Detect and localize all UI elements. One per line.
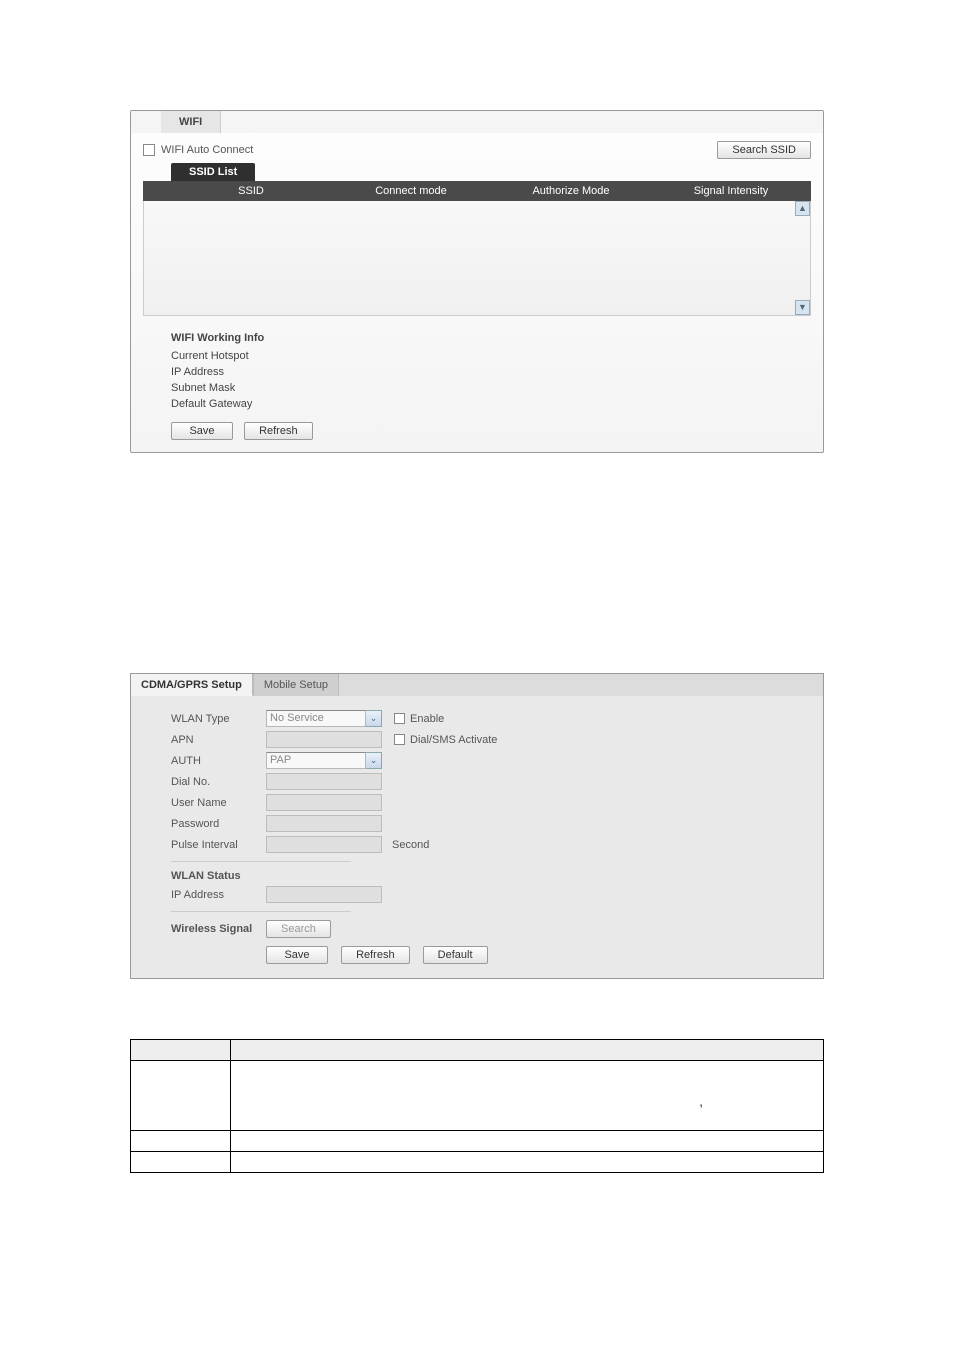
auth-dropdown-icon[interactable]: ⌄ — [366, 752, 382, 769]
tab-cdma-gprs[interactable]: CDMA/GPRS Setup — [131, 674, 253, 696]
col-ssid: SSID — [171, 181, 331, 201]
wlan-type-select[interactable]: No Service — [266, 710, 366, 727]
ptable-r3c1 — [131, 1152, 231, 1173]
cdma-refresh-button[interactable]: Refresh — [341, 946, 410, 964]
wifi-button-row: Save Refresh — [131, 422, 823, 452]
password-input[interactable] — [266, 815, 382, 832]
wifi-auto-connect-checkbox[interactable] — [143, 144, 155, 156]
ptable-header-2 — [231, 1040, 824, 1061]
pulse-interval-input[interactable] — [266, 836, 382, 853]
scroll-down-button[interactable]: ▼ — [795, 300, 810, 315]
ssid-table-header: SSID Connect mode Authorize Mode Signal … — [143, 181, 811, 201]
second-label: Second — [392, 839, 429, 851]
tab-bar: CDMA/GPRS Setup Mobile Setup — [131, 674, 823, 696]
wifi-auto-connect-label: WIFI Auto Connect — [161, 144, 253, 156]
enable-checkbox[interactable] — [394, 713, 405, 724]
cdma-save-button[interactable]: Save — [266, 946, 328, 964]
col-authorize-mode: Authorize Mode — [491, 181, 651, 201]
ptable-header-1 — [131, 1040, 231, 1061]
auth-label: AUTH — [171, 755, 266, 767]
pulse-interval-label: Pulse Interval — [171, 839, 266, 851]
wifi-panel: WIFI WIFI Auto Connect Search SSID SSID … — [130, 110, 824, 453]
ptable-r2c1 — [131, 1131, 231, 1152]
user-name-input[interactable] — [266, 794, 382, 811]
wlan-type-dropdown-icon[interactable]: ⌄ — [366, 710, 382, 727]
col-connect-mode: Connect mode — [331, 181, 491, 201]
separator — [171, 861, 351, 862]
wlan-type-label: WLAN Type — [171, 713, 266, 725]
wifi-title: WIFI — [161, 111, 221, 133]
current-hotspot-label: Current Hotspot — [171, 348, 811, 364]
parameter-table: , — [130, 1039, 824, 1173]
ip-address-label-3g: IP Address — [171, 889, 266, 901]
dial-sms-checkbox[interactable] — [394, 734, 405, 745]
wlan-status-label: WLAN Status — [171, 870, 266, 882]
dial-sms-label: Dial/SMS Activate — [410, 734, 497, 746]
ip-address-label: IP Address — [171, 364, 811, 380]
col-signal-intensity: Signal Intensity — [651, 181, 811, 201]
wifi-title-bar: WIFI — [131, 111, 823, 133]
auth-select[interactable]: PAP — [266, 752, 366, 769]
wifi-save-button[interactable]: Save — [171, 422, 233, 440]
cdma-default-button[interactable]: Default — [423, 946, 488, 964]
ptable-r1c1 — [131, 1061, 231, 1131]
search-ssid-button[interactable]: Search SSID — [717, 141, 811, 159]
tab-mobile-setup[interactable]: Mobile Setup — [253, 674, 339, 696]
ssid-table-body: ▲ ▼ — [143, 201, 811, 316]
wifi-working-info: WIFI Working Info Current Hotspot IP Add… — [131, 326, 823, 422]
ip-address-value — [266, 886, 382, 903]
wifi-info-heading: WIFI Working Info — [171, 330, 811, 346]
ptable-comma: , — [699, 1093, 703, 1109]
separator-2 — [171, 911, 351, 912]
enable-label: Enable — [410, 713, 444, 725]
user-name-label: User Name — [171, 797, 266, 809]
password-label: Password — [171, 818, 266, 830]
subnet-mask-label: Subnet Mask — [171, 380, 811, 396]
wifi-refresh-button[interactable]: Refresh — [244, 422, 313, 440]
ptable-r2c2 — [231, 1131, 824, 1152]
wifi-auto-connect-row: WIFI Auto Connect Search SSID — [131, 133, 823, 163]
ptable-r1c2: , — [231, 1061, 824, 1131]
default-gateway-label: Default Gateway — [171, 396, 811, 412]
wireless-signal-label: Wireless Signal — [171, 923, 266, 935]
cdma-gprs-panel: CDMA/GPRS Setup Mobile Setup WLAN Type N… — [130, 673, 824, 979]
cdma-form: WLAN Type No Service ⌄ Enable APN Dial/S… — [131, 696, 823, 978]
apn-label: APN — [171, 734, 266, 746]
apn-input[interactable] — [266, 731, 382, 748]
cdma-button-row: Save Refresh Default — [131, 940, 823, 964]
dial-no-input[interactable] — [266, 773, 382, 790]
scroll-up-button[interactable]: ▲ — [795, 201, 810, 216]
search-button[interactable]: Search — [266, 920, 331, 938]
ssid-list-tab[interactable]: SSID List — [171, 163, 255, 181]
dial-no-label: Dial No. — [171, 776, 266, 788]
ptable-r3c2 — [231, 1152, 824, 1173]
ssid-list-section: SSID List SSID Connect mode Authorize Mo… — [131, 163, 823, 316]
